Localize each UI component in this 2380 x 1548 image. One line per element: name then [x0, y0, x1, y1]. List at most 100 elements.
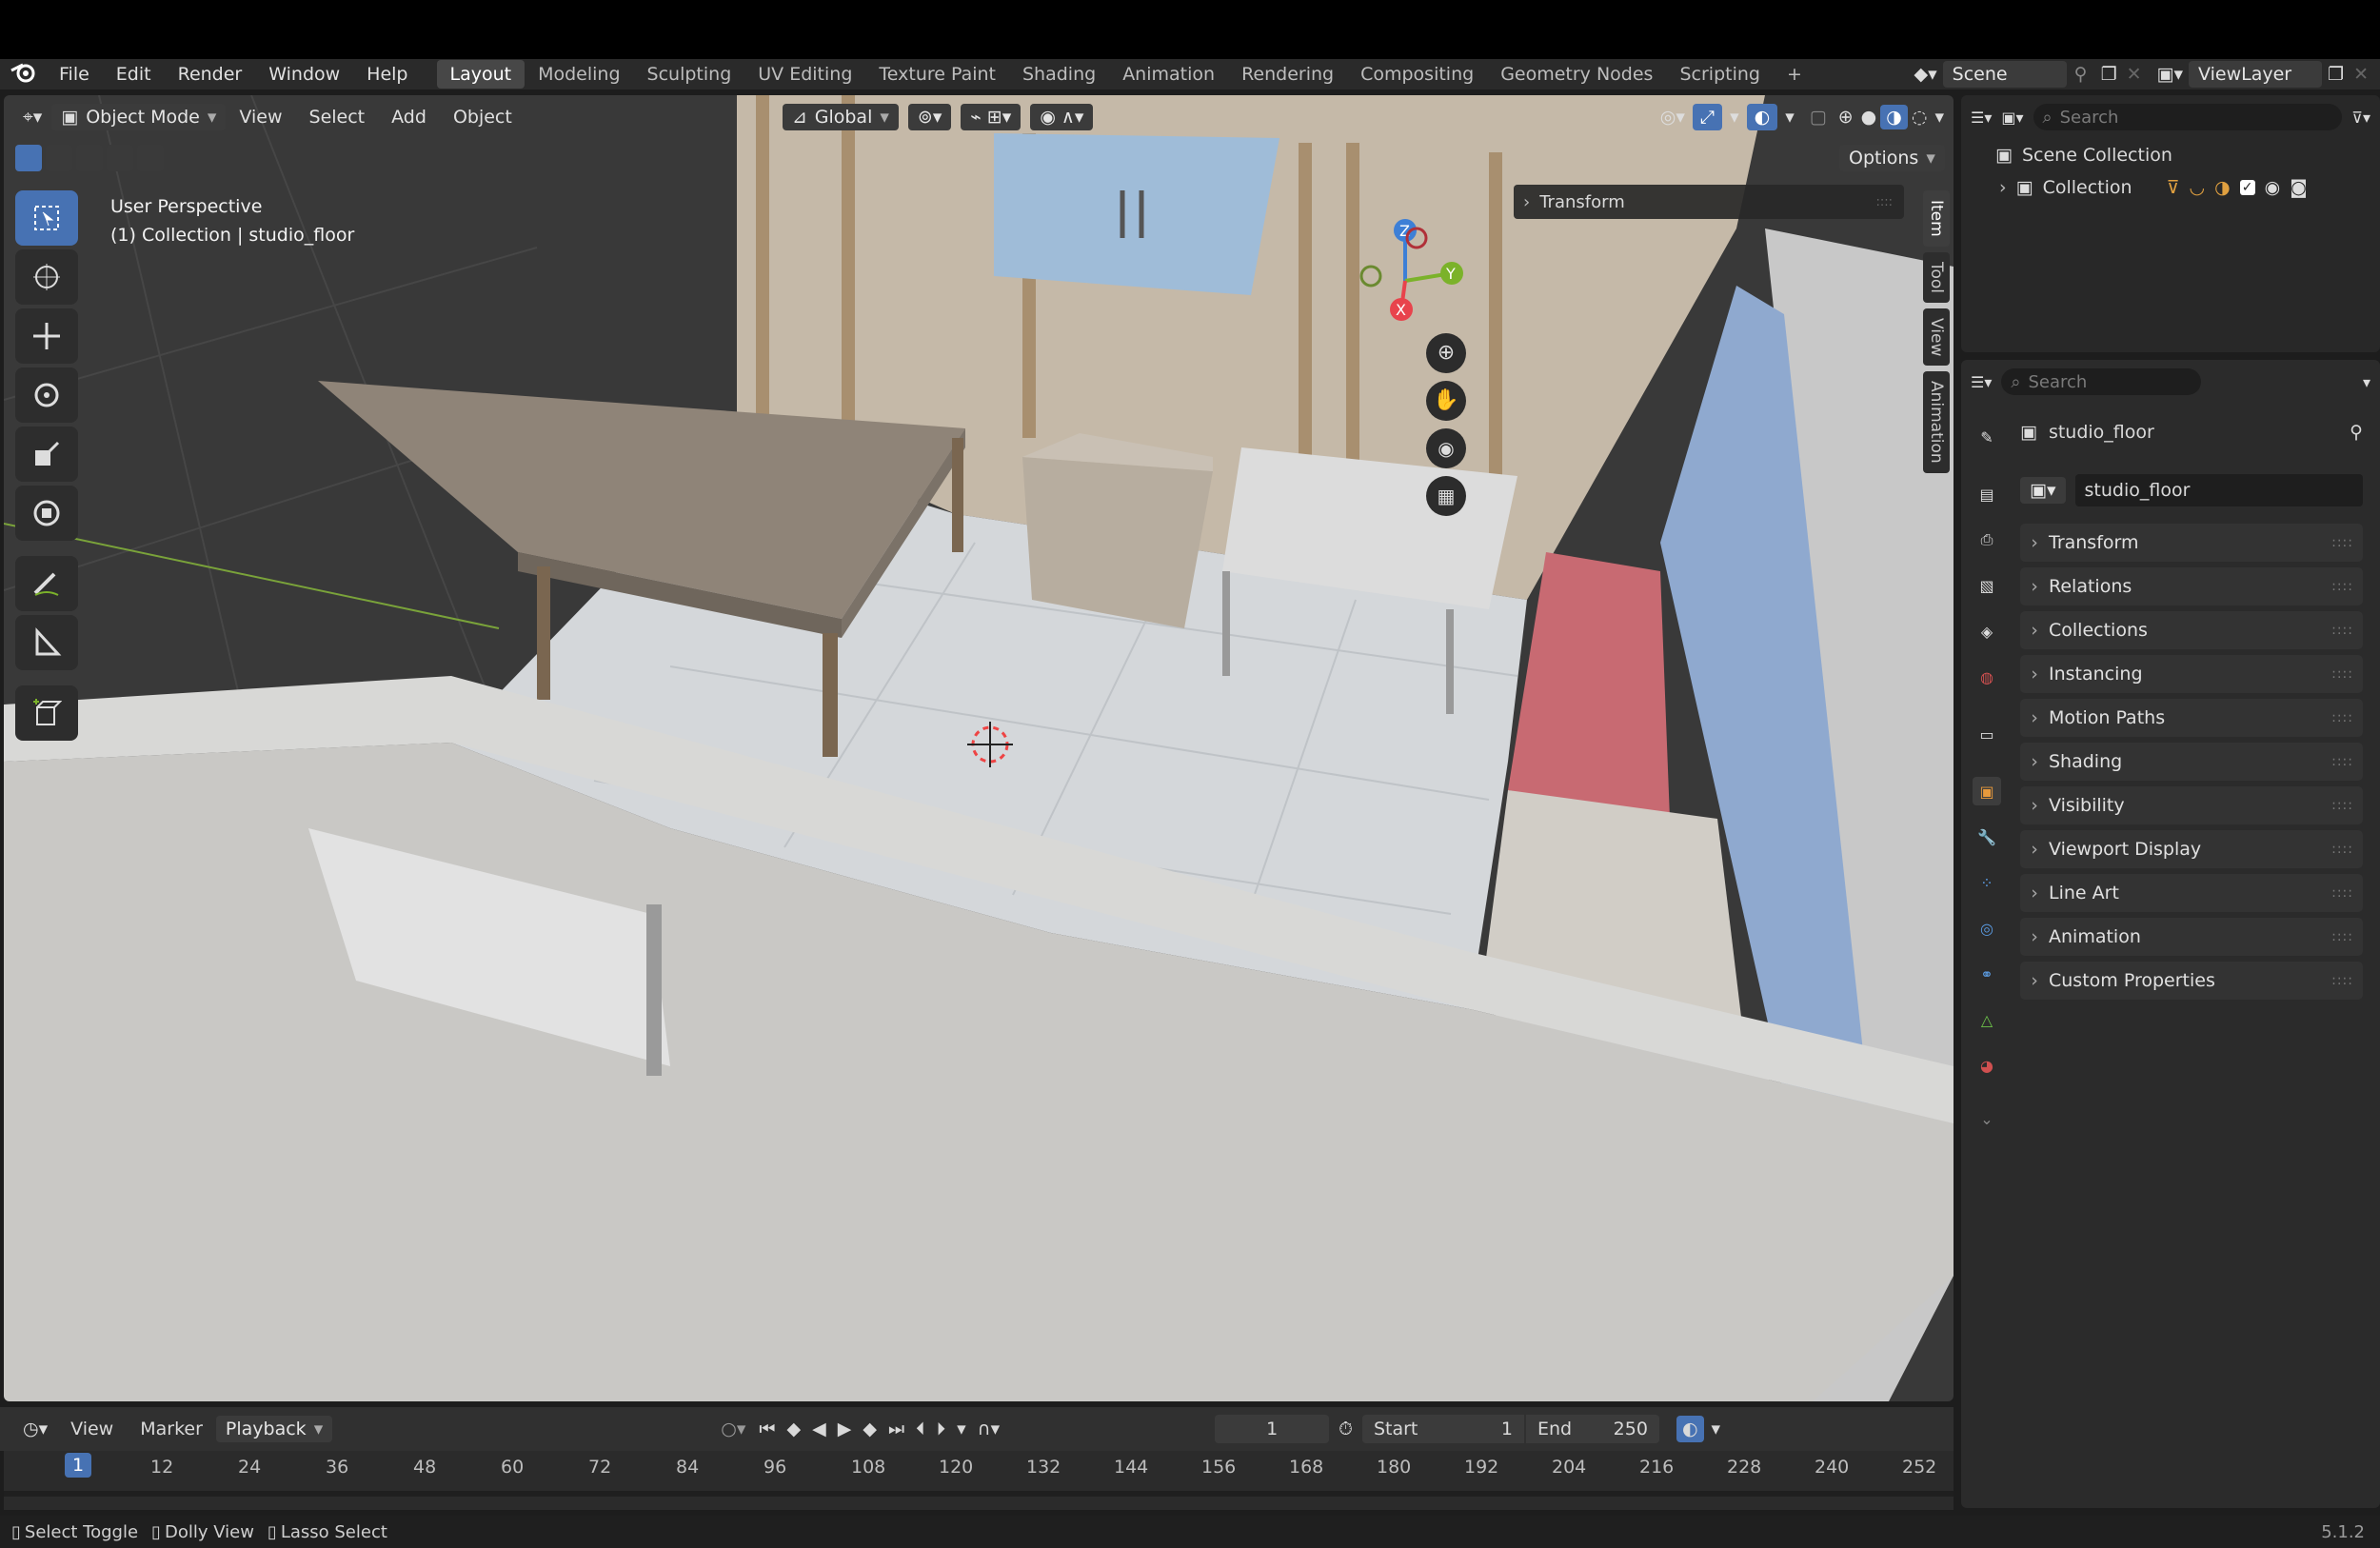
- panel-shading[interactable]: › Shading::::: [2020, 743, 2363, 781]
- expand-chevron-icon[interactable]: ›: [1999, 177, 2007, 198]
- navigation-gizmo[interactable]: Z Y X: [1352, 200, 1476, 324]
- auto-key-icon[interactable]: ∩▾: [972, 1419, 1005, 1439]
- select-subtract-icon[interactable]: [76, 145, 103, 171]
- select-extend-icon[interactable]: [46, 145, 72, 171]
- solid-shading-icon[interactable]: ●: [1857, 107, 1881, 128]
- scene-properties-icon[interactable]: ◈: [1973, 617, 2001, 645]
- panel-animation[interactable]: › Animation::::: [2020, 918, 2363, 956]
- new-scene-icon[interactable]: ❐: [2095, 64, 2123, 85]
- select-intersect-icon[interactable]: [137, 145, 164, 171]
- tab-shading[interactable]: Shading: [1009, 60, 1109, 89]
- playback-dropdown[interactable]: Playback ▾: [215, 1416, 333, 1442]
- particles-properties-icon[interactable]: ⁘: [1973, 868, 2001, 897]
- viewport-menu-object[interactable]: Object: [440, 107, 526, 128]
- collection-label[interactable]: Collection: [2043, 177, 2157, 198]
- current-frame-marker[interactable]: 1: [65, 1453, 92, 1478]
- gizmo-toggle-icon[interactable]: ⤢: [1692, 104, 1723, 130]
- viewport-menu-add[interactable]: Add: [378, 107, 440, 128]
- next-frame-icon[interactable]: ⏵: [931, 1419, 952, 1439]
- select-new-icon[interactable]: [15, 145, 42, 171]
- world-properties-icon[interactable]: ◍: [1973, 663, 2001, 691]
- panel-motion-paths[interactable]: › Motion Paths::::: [2020, 699, 2363, 737]
- panel-custom-properties[interactable]: › Custom Properties::::: [2020, 962, 2363, 1000]
- panel-line-art[interactable]: › Line Art::::: [2020, 874, 2363, 912]
- outliner-search-field[interactable]: ⌕ Search: [2033, 104, 2343, 130]
- delete-view-layer-icon[interactable]: ✕: [2350, 64, 2380, 85]
- tab-texture-paint[interactable]: Texture Paint: [865, 60, 1009, 89]
- ortho-grid-icon[interactable]: ▦: [1426, 476, 1466, 516]
- jump-start-icon[interactable]: ⏮: [753, 1419, 781, 1439]
- tab-sculpting[interactable]: Sculpting: [634, 60, 745, 89]
- overlay-toggle-icon[interactable]: ◐: [1746, 104, 1778, 130]
- rotate-tool[interactable]: [15, 367, 78, 423]
- scene-field[interactable]: Scene: [1942, 61, 2067, 88]
- transform-tool[interactable]: [15, 486, 78, 541]
- measure-tool[interactable]: [15, 615, 78, 670]
- collection-properties-icon[interactable]: ▭: [1973, 720, 2001, 748]
- rendered-shading-icon[interactable]: ◌: [1908, 107, 1932, 128]
- camera-view-icon[interactable]: ◉: [1426, 428, 1466, 468]
- snap-icon[interactable]: ⌁ ⊞▾: [961, 104, 1021, 130]
- sidebar-tab-animation[interactable]: Animation: [1923, 371, 1950, 473]
- select-box-tool[interactable]: [15, 190, 78, 246]
- select-invert-icon[interactable]: [107, 145, 133, 171]
- material-properties-icon[interactable]: ◕: [1973, 1051, 2001, 1080]
- add-cube-tool[interactable]: [15, 685, 78, 741]
- panel-relations[interactable]: › Relations::::: [2020, 567, 2363, 605]
- view-layer-icon[interactable]: ▣▾: [2152, 64, 2190, 85]
- view-layer-field[interactable]: ViewLayer: [2189, 61, 2323, 88]
- properties-search-field[interactable]: ⌕ Search: [2001, 368, 2202, 395]
- panel-instancing[interactable]: › Instancing::::: [2020, 655, 2363, 693]
- overlay-dropdown-icon[interactable]: ▾: [1777, 107, 1802, 128]
- timeline-menu-marker[interactable]: Marker: [127, 1419, 216, 1439]
- options-dropdown[interactable]: Options ▾: [1839, 145, 1945, 171]
- sidebar-tab-item[interactable]: Item: [1923, 190, 1950, 247]
- menu-edit[interactable]: Edit: [103, 64, 165, 85]
- tool-settings-icon[interactable]: ✎: [1973, 423, 2001, 451]
- panel-transform[interactable]: › Transform::::: [2020, 524, 2363, 562]
- play-icon[interactable]: ▶: [832, 1419, 858, 1439]
- camera-icon[interactable]: ◙: [2290, 177, 2307, 198]
- tab-animation[interactable]: Animation: [1109, 60, 1228, 89]
- viewport-menu-view[interactable]: View: [226, 107, 295, 128]
- modifier-properties-icon[interactable]: 🔧: [1973, 823, 2001, 851]
- prev-frame-icon[interactable]: ⏴: [910, 1419, 931, 1439]
- play-reverse-icon[interactable]: ◀: [806, 1419, 832, 1439]
- end-frame-field[interactable]: End 250: [1525, 1415, 1659, 1443]
- blender-logo-icon[interactable]: [0, 61, 46, 89]
- shading-dropdown-icon[interactable]: ▾: [1931, 107, 1954, 128]
- cursor-tool[interactable]: [15, 249, 78, 305]
- zoom-icon[interactable]: ⊕: [1426, 333, 1466, 373]
- chevron-down-icon[interactable]: ▾: [2363, 373, 2370, 391]
- viewport-menu-select[interactable]: Select: [296, 107, 379, 128]
- tab-scripting[interactable]: Scripting: [1666, 60, 1774, 89]
- jump-end-icon[interactable]: ⏭: [883, 1419, 910, 1439]
- sidebar-tab-view[interactable]: View: [1923, 308, 1950, 367]
- timeline-ruler[interactable]: 1 12 24 36 48 60 72 84 96 108 120 132 144 156 168 180 19…: [4, 1451, 1954, 1510]
- scale-tool[interactable]: [15, 427, 78, 482]
- keying-dropdown-icon[interactable]: ▾: [951, 1419, 972, 1439]
- tab-layout[interactable]: Layout: [436, 60, 526, 89]
- exclude-checkbox[interactable]: ✓: [2239, 180, 2255, 195]
- tab-geometry-nodes[interactable]: Geometry Nodes: [1487, 60, 1666, 89]
- start-frame-field[interactable]: Start 1: [1361, 1415, 1524, 1443]
- menu-render[interactable]: Render: [165, 64, 256, 85]
- output-properties-icon[interactable]: ⎙: [1973, 526, 2001, 554]
- menu-help[interactable]: Help: [353, 64, 421, 85]
- tab-modeling[interactable]: Modeling: [525, 60, 633, 89]
- eye-icon[interactable]: ◉: [2265, 177, 2281, 198]
- sidebar-tab-tool[interactable]: Tool: [1923, 251, 1950, 303]
- new-view-layer-icon[interactable]: ❐: [2322, 64, 2350, 85]
- 3d-viewport[interactable]: User Perspective (1) Collection | studio…: [4, 95, 1954, 1401]
- delete-scene-icon[interactable]: ✕: [2123, 64, 2152, 85]
- pin-icon[interactable]: ⚲: [2350, 422, 2363, 443]
- add-workspace-icon[interactable]: +: [1774, 60, 1815, 89]
- object-name-field[interactable]: ▣▾ studio_floor: [2020, 474, 2363, 506]
- filter-icon[interactable]: ⊽▾: [2351, 109, 2370, 127]
- gizmo-dropdown-icon[interactable]: ▾: [1722, 107, 1747, 128]
- pin-icon[interactable]: ⚲: [2067, 64, 2095, 85]
- pan-hand-icon[interactable]: ✋: [1426, 381, 1466, 421]
- select-mode-buttons[interactable]: [15, 145, 164, 171]
- current-frame-field[interactable]: 1: [1215, 1415, 1330, 1443]
- panel-collections[interactable]: › Collections::::: [2020, 611, 2363, 649]
